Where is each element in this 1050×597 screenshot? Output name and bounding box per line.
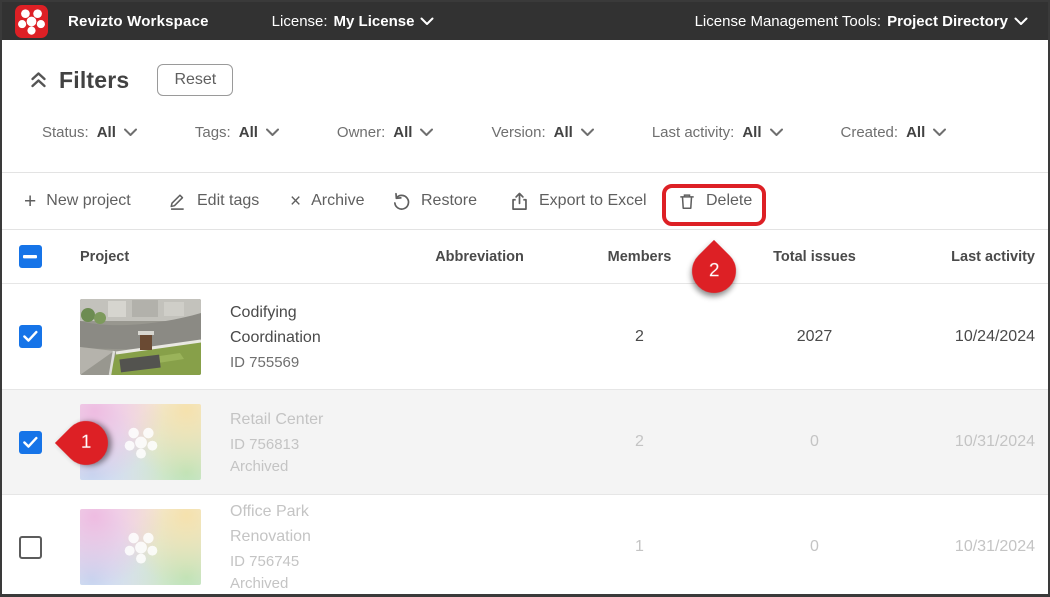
tools-selector[interactable]: License Management Tools: Project Direct… bbox=[695, 13, 1028, 30]
actions-toolbar: + New project Edit tags × Archive Restor… bbox=[2, 172, 1048, 230]
revizto-logo-icon bbox=[15, 5, 48, 38]
cell-members: 2 bbox=[547, 433, 732, 451]
close-icon: × bbox=[290, 192, 301, 211]
column-header-last-activity[interactable]: Last activity bbox=[897, 249, 1050, 265]
edit-icon bbox=[168, 192, 187, 211]
project-row-codifying-coordination[interactable]: Codifying Coordination ID 755569 2 2027 … bbox=[2, 284, 1048, 389]
chevron-down-icon bbox=[124, 128, 137, 137]
trash-icon bbox=[678, 192, 696, 211]
filters-row: Status: All Tags: All Owner: All Version… bbox=[42, 124, 1048, 141]
delete-button[interactable]: Delete bbox=[678, 173, 752, 229]
project-status: Archived bbox=[230, 573, 412, 595]
column-header-total-issues[interactable]: Total issues bbox=[732, 249, 897, 265]
chevron-down-icon bbox=[266, 128, 279, 137]
filter-status[interactable]: Status: All bbox=[42, 124, 137, 141]
reset-filters-button[interactable]: Reset bbox=[157, 64, 233, 96]
row-checkbox[interactable] bbox=[19, 325, 42, 348]
row-checkbox[interactable] bbox=[19, 431, 42, 454]
license-value: My License bbox=[334, 13, 415, 30]
placeholder-splat-icon bbox=[121, 422, 161, 462]
archive-button[interactable]: × Archive bbox=[290, 173, 364, 229]
edit-tags-button[interactable]: Edit tags bbox=[168, 173, 259, 229]
filters-title: Filters bbox=[59, 67, 129, 94]
filter-last-activity[interactable]: Last activity: All bbox=[652, 124, 783, 141]
filter-created[interactable]: Created: All bbox=[841, 124, 947, 141]
cell-total-issues: 2027 bbox=[732, 328, 897, 346]
new-project-button[interactable]: + New project bbox=[24, 173, 131, 229]
tools-value: Project Directory bbox=[887, 13, 1008, 30]
row-checkbox[interactable] bbox=[19, 536, 42, 559]
topbar: Revizto Workspace License: My License Li… bbox=[2, 2, 1048, 40]
plus-icon: + bbox=[24, 191, 36, 212]
license-selector[interactable]: License: My License bbox=[272, 13, 435, 30]
table-header: Project Abbreviation Members Total issue… bbox=[2, 230, 1048, 284]
check-icon bbox=[23, 436, 38, 449]
cell-last-activity: 10/24/2024 bbox=[897, 328, 1050, 346]
column-header-abbreviation[interactable]: Abbreviation bbox=[412, 249, 547, 265]
export-icon bbox=[510, 192, 529, 211]
project-id: ID 756813 bbox=[230, 433, 412, 456]
project-thumbnail bbox=[80, 299, 201, 375]
cell-last-activity: 10/31/2024 bbox=[897, 433, 1050, 451]
app-window: Revizto Workspace License: My License Li… bbox=[0, 0, 1050, 597]
filter-version[interactable]: Version: All bbox=[491, 124, 593, 141]
chevron-down-icon bbox=[1014, 17, 1028, 26]
project-row-office-park-renovation[interactable]: Office Park Renovation ID 756745 Archive… bbox=[2, 494, 1048, 597]
column-header-project[interactable]: Project bbox=[58, 249, 412, 265]
project-name: Office Park Renovation bbox=[230, 499, 355, 549]
chevron-down-icon bbox=[420, 17, 434, 26]
chevron-down-icon bbox=[581, 128, 594, 137]
filters-panel: Filters Reset Status: All Tags: All Owne… bbox=[2, 40, 1048, 172]
project-id: ID 755569 bbox=[230, 351, 412, 374]
cell-members: 2 bbox=[547, 328, 732, 346]
project-status: Archived bbox=[230, 456, 412, 478]
chevron-down-icon bbox=[770, 128, 783, 137]
check-icon bbox=[23, 330, 38, 343]
project-name: Retail Center bbox=[230, 407, 355, 432]
placeholder-splat-icon bbox=[121, 527, 161, 567]
export-to-excel-button[interactable]: Export to Excel bbox=[510, 173, 647, 229]
cell-total-issues: 0 bbox=[732, 433, 897, 451]
restore-button[interactable]: Restore bbox=[392, 173, 477, 229]
filter-owner[interactable]: Owner: All bbox=[337, 124, 434, 141]
project-name: Codifying Coordination bbox=[230, 300, 355, 350]
filter-tags[interactable]: Tags: All bbox=[195, 124, 279, 141]
chevron-down-icon bbox=[933, 128, 946, 137]
restore-icon bbox=[392, 192, 411, 211]
project-id: ID 756745 bbox=[230, 550, 412, 573]
license-label: License: bbox=[272, 13, 328, 30]
cell-last-activity: 10/31/2024 bbox=[897, 538, 1050, 556]
collapse-filters-icon[interactable] bbox=[30, 71, 47, 89]
tools-label: License Management Tools: bbox=[695, 13, 882, 30]
indeterminate-icon bbox=[23, 255, 37, 259]
project-row-retail-center[interactable]: Retail Center ID 756813 Archived 2 0 10/… bbox=[2, 389, 1048, 494]
cell-members: 1 bbox=[547, 538, 732, 556]
chevron-down-icon bbox=[420, 128, 433, 137]
select-all-checkbox[interactable] bbox=[19, 245, 42, 268]
workspace-title: Revizto Workspace bbox=[68, 13, 209, 30]
cell-total-issues: 0 bbox=[732, 538, 897, 556]
project-thumbnail bbox=[80, 509, 201, 585]
